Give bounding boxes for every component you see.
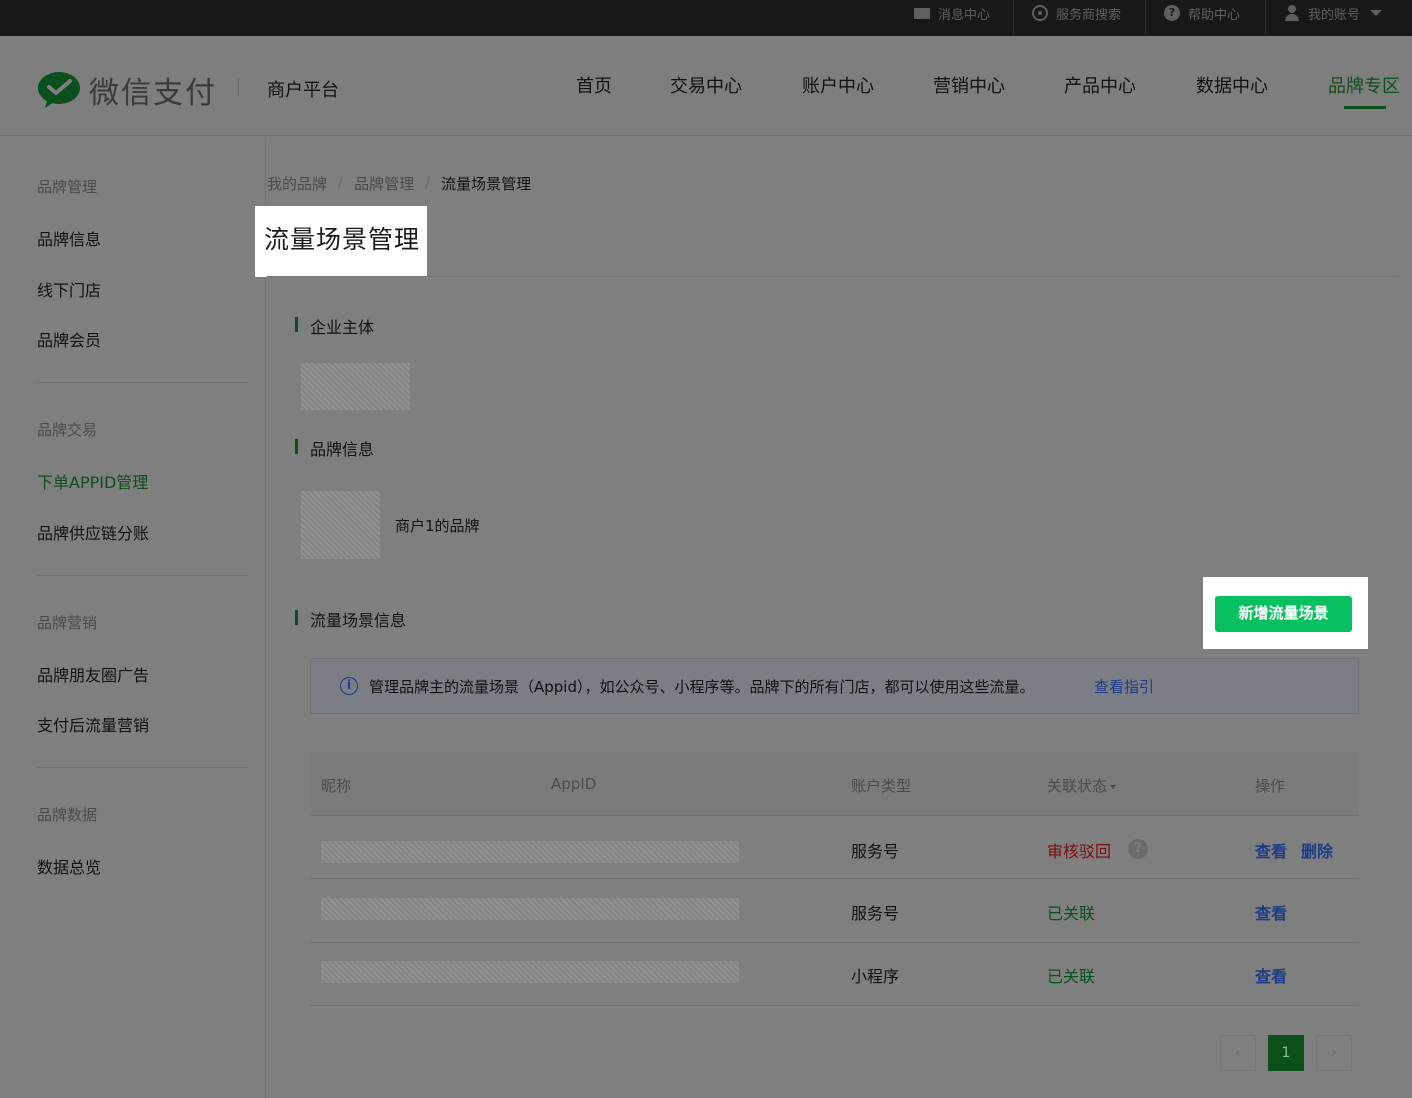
divider: [1145, 0, 1146, 34]
nav-products[interactable]: 产品中心: [1064, 72, 1136, 98]
provider-search-link[interactable]: 服务商搜索: [1032, 0, 1121, 26]
provider-search-label: 服务商搜索: [1056, 7, 1122, 23]
sidebar-item-post-payment-traffic[interactable]: 支付后流量营销: [37, 712, 149, 736]
next-page-button[interactable]: ›: [1316, 1035, 1352, 1071]
chevron-down-icon: [1370, 10, 1383, 16]
view-link[interactable]: 查看: [1255, 900, 1287, 924]
column-account-type: 账户类型: [851, 777, 912, 795]
wechat-pay-icon: [38, 72, 80, 108]
logo-text: 微信支付: [89, 76, 217, 111]
messages-link[interactable]: 消息中心: [914, 0, 990, 26]
sidebar-item-appid-management[interactable]: 下单APPID管理: [37, 469, 148, 493]
entity-redacted-image: [301, 363, 410, 410]
add-traffic-scene-button[interactable]: 新增流量场景: [1215, 596, 1352, 632]
view-link[interactable]: 查看: [1255, 963, 1287, 987]
sidebar-group-brand-data: 品牌数据: [37, 806, 98, 824]
column-link-status-label: 关联状态: [1047, 777, 1108, 795]
divider: [1265, 0, 1266, 34]
sidebar-item-moments-ads[interactable]: 品牌朋友圈广告: [37, 662, 149, 686]
section-entity-title: 企业主体: [295, 314, 374, 338]
brand-logo-redacted: [301, 491, 380, 559]
link-status: 审核驳回: [1047, 842, 1112, 861]
breadcrumb: 我的品牌 / 品牌管理 / 流量场景管理: [267, 173, 531, 194]
account-menu[interactable]: 我的账号: [1284, 0, 1383, 26]
breadcrumb-brand-management[interactable]: 品牌管理: [354, 173, 414, 194]
delete-link[interactable]: 删除: [1301, 838, 1333, 862]
nav-brand[interactable]: 品牌专区: [1328, 72, 1400, 98]
sidebar-group-brand-transactions: 品牌交易: [37, 421, 98, 439]
account-type: 服务号: [851, 904, 900, 923]
sidebar-item-data-overview[interactable]: 数据总览: [37, 854, 101, 878]
help-label: 帮助中心: [1188, 7, 1241, 23]
main-header: 微信支付 商户平台 首页 交易中心 账户中心 营销中心 产品中心 数据中心 品牌…: [0, 36, 1412, 136]
help-link[interactable]: ? 帮助中心: [1164, 0, 1240, 26]
divider: [238, 78, 239, 96]
nav-account[interactable]: 账户中心: [802, 72, 874, 98]
mail-icon: [914, 8, 930, 19]
messages-label: 消息中心: [938, 7, 991, 23]
column-appid: AppID: [551, 775, 597, 793]
help-icon[interactable]: ?: [1128, 839, 1148, 859]
sidebar-item-brand-info[interactable]: 品牌信息: [37, 226, 101, 250]
nav-marketing[interactable]: 营销中心: [933, 72, 1005, 98]
breadcrumb-separator: /: [425, 173, 431, 191]
info-icon: i: [340, 677, 358, 695]
redacted-nickname-appid: [321, 898, 739, 920]
help-icon: ?: [1164, 5, 1180, 21]
table-row: 服务号 审核驳回 ? 查看 删除: [310, 816, 1359, 879]
add-button-highlight: 新增流量场景: [1203, 577, 1368, 649]
nav-transactions[interactable]: 交易中心: [670, 72, 742, 98]
link-status: 已关联: [1047, 904, 1096, 923]
column-actions: 操作: [1255, 777, 1286, 795]
sidebar-group-brand-management: 品牌管理: [37, 178, 98, 196]
redacted-nickname-appid: [321, 841, 739, 863]
page-title: 流量场景管理: [264, 225, 421, 254]
link-status: 已关联: [1047, 967, 1096, 986]
view-guide-link[interactable]: 查看指引: [1094, 676, 1154, 697]
wechat-pay-logo[interactable]: 微信支付: [37, 68, 217, 112]
notice-text: 管理品牌主的流量场景（Appid），如公众号、小程序等。品牌下的所有门店，都可以…: [369, 678, 1035, 696]
redacted-nickname-appid: [321, 961, 739, 983]
brand-name: 商户1的品牌: [395, 517, 480, 535]
section-brand-info-title: 品牌信息: [295, 436, 374, 460]
page-title-highlight: 流量场景管理: [255, 206, 427, 277]
platform-name: 商户平台: [267, 80, 339, 101]
info-notice: i 管理品牌主的流量场景（Appid），如公众号、小程序等。品牌下的所有门店，都…: [310, 658, 1359, 714]
column-link-status[interactable]: 关联状态: [1047, 775, 1117, 796]
search-icon: [1032, 5, 1048, 21]
column-nickname: 昵称: [321, 777, 352, 795]
sidebar-item-offline-stores[interactable]: 线下门店: [37, 277, 101, 301]
table-row: 小程序 已关联 查看: [310, 943, 1359, 1006]
table-row: 服务号 已关联 查看: [310, 880, 1359, 943]
sidebar-item-supply-chain-split[interactable]: 品牌供应链分账: [37, 520, 149, 544]
nav-data[interactable]: 数据中心: [1196, 72, 1268, 98]
breadcrumb-current: 流量场景管理: [441, 175, 532, 193]
account-type: 小程序: [851, 967, 900, 986]
view-link[interactable]: 查看: [1255, 838, 1287, 862]
table-header: 昵称 AppID 账户类型 关联状态 操作: [310, 752, 1359, 816]
active-nav-indicator: [1344, 106, 1386, 109]
account-type: 服务号: [851, 842, 900, 861]
divider: [37, 575, 248, 576]
sort-icon: [1110, 784, 1117, 789]
user-icon: [1284, 5, 1300, 21]
divider: [1013, 0, 1014, 34]
page-1-button[interactable]: 1: [1268, 1035, 1304, 1071]
sidebar-group-brand-marketing: 品牌营销: [37, 614, 98, 632]
breadcrumb-my-brand[interactable]: 我的品牌: [267, 173, 327, 194]
account-label: 我的账号: [1308, 7, 1361, 23]
sidebar-item-brand-members[interactable]: 品牌会员: [37, 327, 101, 351]
divider: [37, 767, 248, 768]
prev-page-button[interactable]: ‹: [1220, 1035, 1256, 1071]
nav-home[interactable]: 首页: [576, 72, 612, 98]
top-bar: 消息中心 服务商搜索 ? 帮助中心 我的账号: [0, 0, 1412, 36]
divider: [37, 382, 248, 383]
section-traffic-title: 流量场景信息: [295, 607, 406, 631]
breadcrumb-separator: /: [338, 173, 344, 191]
